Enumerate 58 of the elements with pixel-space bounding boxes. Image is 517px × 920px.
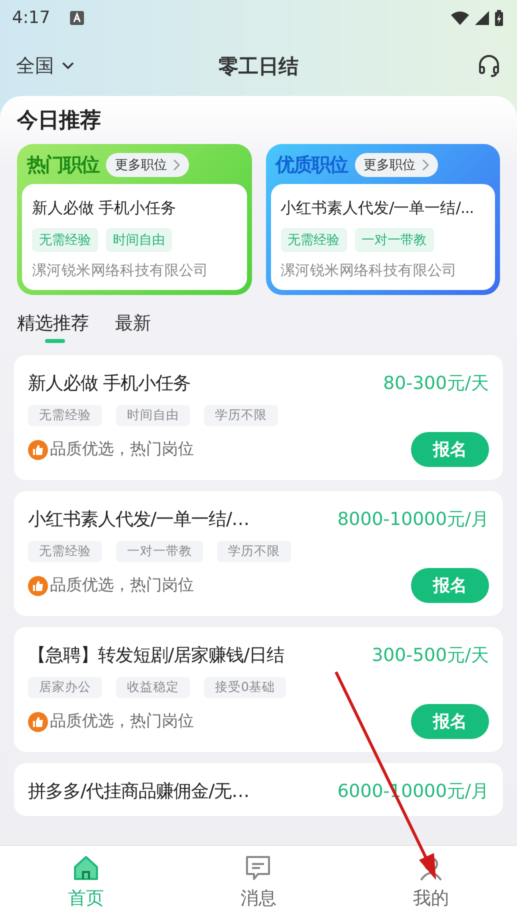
job-tag: 学历不限 xyxy=(217,541,291,562)
chevron-right-icon xyxy=(173,159,180,171)
signal-icon xyxy=(475,11,489,25)
chevron-down-icon xyxy=(62,62,74,70)
featured-job-card[interactable]: 小红书素人代发/一单一结/... 无需经验 一对一带教 漯河锐米网络科技有限公司 xyxy=(270,184,495,290)
job-pay: 300-500元/天 xyxy=(372,644,489,667)
thumbs-up-icon xyxy=(28,576,48,596)
more-jobs-button[interactable]: 更多职位 xyxy=(106,153,189,177)
section-title: 今日推荐 xyxy=(16,107,102,134)
wifi-icon xyxy=(451,11,469,25)
featured-heading: 热门职位 xyxy=(27,153,99,178)
headset-icon[interactable] xyxy=(477,54,501,78)
job-pay: 80-300元/天 xyxy=(383,372,489,395)
job-title: 小红书素人代发/一单一结/… xyxy=(28,508,250,531)
app-title: 零工日结 xyxy=(218,52,298,80)
keyboard-icon xyxy=(70,11,84,25)
job-tag: 一对一带教 xyxy=(116,541,203,562)
battery-icon xyxy=(495,10,503,26)
location-selector[interactable]: 全国 xyxy=(16,53,74,79)
chevron-right-icon xyxy=(422,159,428,171)
job-tag: 时间自由 xyxy=(116,405,190,426)
thumbs-up-icon xyxy=(28,712,48,732)
job-tag: 时间自由 xyxy=(106,228,172,252)
quality-note: 品质优选，热门岗位 xyxy=(50,711,194,732)
job-title: 拼多多/代挂商品赚佣金/无… xyxy=(28,780,250,803)
message-icon xyxy=(244,854,272,882)
job-tag: 无需经验 xyxy=(28,405,102,426)
job-tag: 学历不限 xyxy=(204,405,278,426)
status-time: 4:17 xyxy=(12,8,50,28)
quality-note: 品质优选，热门岗位 xyxy=(50,575,194,596)
feed-tab[interactable]: 精选推荐 xyxy=(17,309,89,343)
job-card[interactable]: 小红书素人代发/一单一结/… 8000-10000元/月 无需经验 一对一带教 学历不限 品质优选，热门岗位 报名 xyxy=(14,491,503,616)
thumbs-up-icon xyxy=(28,440,48,460)
company-name: 漯河锐米网络科技有限公司 xyxy=(32,262,210,280)
job-title: 【急聘】转发短剧/居家赚钱/日结 xyxy=(28,644,286,667)
job-title: 新人必做 手机小任务 xyxy=(32,198,177,219)
nav-tab[interactable]: 消息 xyxy=(172,846,345,920)
featured-job-card[interactable]: 新人必做 手机小任务 无需经验 时间自由 漯河锐米网络科技有限公司 xyxy=(22,184,246,290)
job-tag: 居家办公 xyxy=(28,677,102,698)
job-title: 新人必做 手机小任务 xyxy=(28,372,192,395)
home-icon xyxy=(72,854,100,882)
featured-card[interactable]: 优质职位 更多职位 小红书素人代发/一单一结/... 无需经验 一对一带教 漯河锐米网络科技有限公司 xyxy=(266,144,500,295)
job-tag: 无需经验 xyxy=(280,228,346,252)
job-tag: 无需经验 xyxy=(28,541,102,562)
featured-heading: 优质职位 xyxy=(276,153,348,178)
job-tag: 接受0基础 xyxy=(204,677,286,698)
featured-card[interactable]: 热门职位 更多职位 新人必做 手机小任务 无需经验 时间自由 漯河锐米网络科技有限公司 xyxy=(17,144,252,295)
job-pay: 8000-10000元/月 xyxy=(337,508,489,531)
job-tag: 收益稳定 xyxy=(116,677,190,698)
quality-note: 品质优选，热门岗位 xyxy=(50,439,194,460)
feed-tab[interactable]: 最新 xyxy=(115,309,151,343)
job-card[interactable]: 【急聘】转发短剧/居家赚钱/日结 300-500元/天 居家办公 收益稳定 接受0基础 品质优选，热门岗位 报名 xyxy=(14,627,503,752)
company-name: 漯河锐米网络科技有限公司 xyxy=(280,262,458,280)
job-title: 小红书素人代发/一单一结/... xyxy=(280,198,475,219)
job-tag: 无需经验 xyxy=(32,228,98,252)
job-tag: 一对一带教 xyxy=(354,228,434,252)
job-card[interactable]: 新人必做 手机小任务 80-300元/天 无需经验 时间自由 学历不限 品质优选，热门岗位 报名 xyxy=(14,355,503,480)
more-jobs-button[interactable]: 更多职位 xyxy=(354,153,438,177)
